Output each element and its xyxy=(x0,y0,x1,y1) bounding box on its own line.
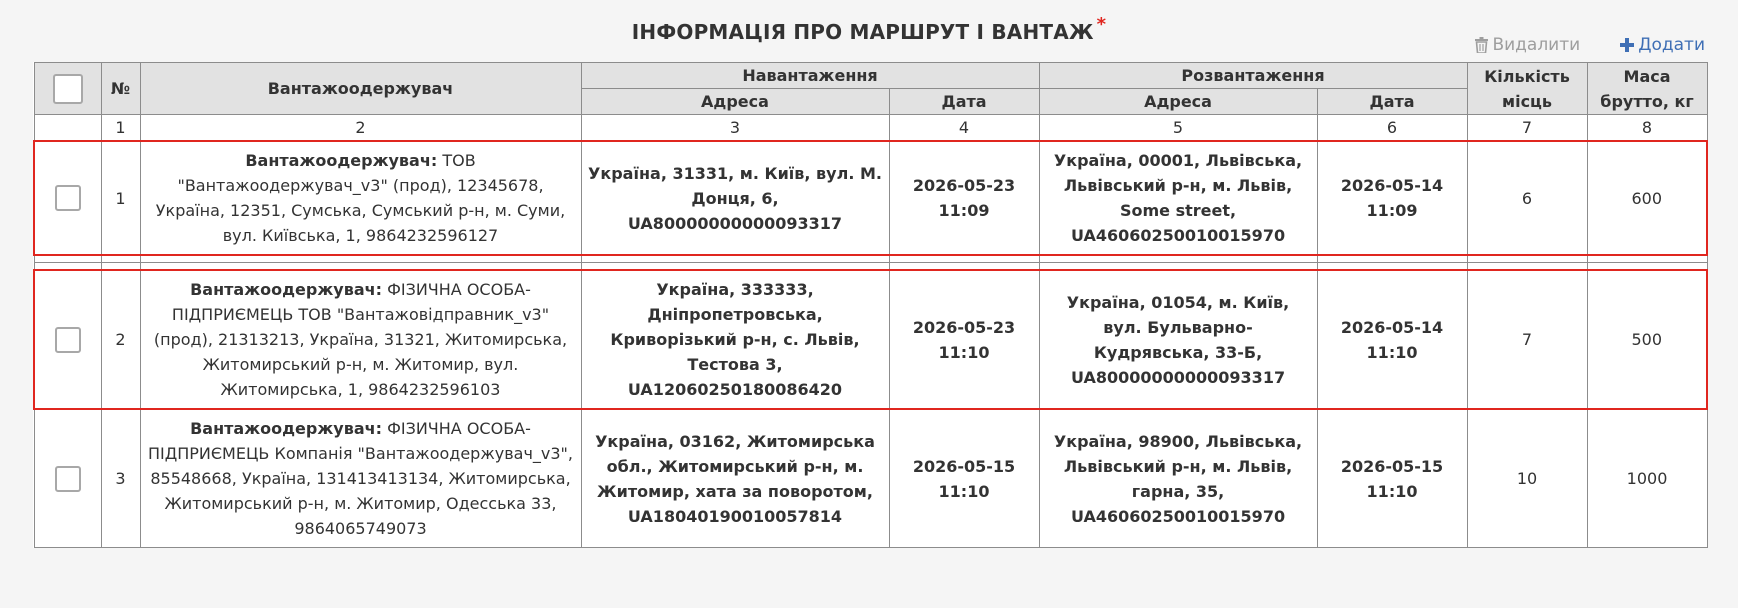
plus-icon xyxy=(1620,38,1635,52)
header-load-date: Дата xyxy=(888,88,1040,115)
load-address: Україна, 31331, м. Київ, вул. М. Донця, … xyxy=(580,140,890,256)
header-number: № xyxy=(100,62,141,115)
unload-address: Україна, 01054, м. Київ, вул. Бульварно-… xyxy=(1038,269,1318,410)
header-unloading: Розвантаження xyxy=(1038,62,1468,89)
required-mark: * xyxy=(1096,14,1107,35)
gross-mass: 500 xyxy=(1586,269,1709,410)
gross-mass: 600 xyxy=(1586,140,1709,256)
row-checkbox-cell xyxy=(33,408,102,548)
trash-icon xyxy=(1475,37,1489,53)
consignee-cell: Вантажоодержувач: ФІЗИЧНА ОСОБА-ПІДПРИЄМ… xyxy=(139,408,582,548)
column-number-row: 1 2 3 4 5 6 7 8 xyxy=(33,114,1708,142)
consignee-label: Вантажоодержувач: xyxy=(190,280,382,299)
table-row[interactable]: 2 Вантажоодержувач: ФІЗИЧНА ОСОБА-ПІДПРИ… xyxy=(33,269,1709,410)
row-checkbox[interactable] xyxy=(54,326,81,353)
table-actions: Видалити Додати xyxy=(1475,35,1705,55)
load-date: 2026-05-23 11:09 xyxy=(888,140,1040,256)
load-date: 2026-05-23 11:10 xyxy=(888,269,1040,410)
header-unload-date: Дата xyxy=(1316,88,1468,115)
unload-date: 2026-05-14 11:09 xyxy=(1316,140,1468,256)
add-label: Додати xyxy=(1638,35,1705,55)
column-number: 5 xyxy=(1038,114,1318,142)
column-number: 8 xyxy=(1586,114,1708,142)
unload-date: 2026-05-14 11:10 xyxy=(1316,269,1468,410)
places: 10 xyxy=(1466,408,1588,548)
unload-address: Україна, 00001, Львівська, Львівський р-… xyxy=(1038,140,1318,256)
row-separator xyxy=(33,262,1708,271)
places: 6 xyxy=(1466,140,1588,256)
select-all-cell xyxy=(33,62,102,115)
row-index: 1 xyxy=(100,140,141,256)
unload-date: 2026-05-15 11:10 xyxy=(1316,408,1468,548)
load-address: Україна, 03162, Житомирська обл., Житоми… xyxy=(580,408,890,548)
section-title-text: ІНФОРМАЦІЯ ПРО МАРШРУТ І ВАНТАЖ xyxy=(631,20,1094,44)
header-consignee: Вантажоодержувач xyxy=(139,62,582,115)
table-row[interactable]: 3 Вантажоодержувач: ФІЗИЧНА ОСОБА-ПІДПРИ… xyxy=(33,408,1708,548)
consignee-label: Вантажоодержувач: xyxy=(245,151,438,170)
header-unload-address: Адреса xyxy=(1038,88,1318,115)
row-checkbox[interactable] xyxy=(54,465,81,492)
select-all-checkbox[interactable] xyxy=(52,73,83,104)
unload-address: Україна, 98900, Львівська, Львівський р-… xyxy=(1038,408,1318,548)
column-number: 4 xyxy=(888,114,1040,142)
delete-label: Видалити xyxy=(1492,35,1581,55)
consignee-cell: Вантажоодержувач: ФІЗИЧНА ОСОБА-ПІДПРИЄМ… xyxy=(139,269,582,410)
row-checkbox-cell xyxy=(33,269,102,410)
header-places: Кількість місць xyxy=(1466,62,1588,115)
gross-mass: 1000 xyxy=(1586,408,1708,548)
column-number: 7 xyxy=(1466,114,1588,142)
header-load-address: Адреса xyxy=(580,88,890,115)
column-number-blank xyxy=(33,114,102,142)
row-checkbox[interactable] xyxy=(54,185,81,212)
route-cargo-table: № Вантажоодержувач Навантаження Розванта… xyxy=(33,62,1709,548)
row-checkbox-cell xyxy=(33,140,102,256)
load-address: Україна, 333333, Дніпропетровська, Криво… xyxy=(580,269,890,410)
column-number: 2 xyxy=(139,114,582,142)
header-gross-mass: Маса брутто, кг xyxy=(1586,62,1708,115)
column-number: 1 xyxy=(100,114,141,142)
consignee-label: Вантажоодержувач: xyxy=(190,419,382,438)
row-separator xyxy=(33,254,1708,263)
row-index: 3 xyxy=(100,408,141,548)
load-date: 2026-05-15 11:10 xyxy=(888,408,1040,548)
consignee-cell: Вантажоодержувач: ТОВ "Вантажоодержувач_… xyxy=(139,140,582,256)
table-row[interactable]: 1 Вантажоодержувач: ТОВ "Вантажоодержува… xyxy=(33,140,1709,256)
row-index: 2 xyxy=(100,269,141,410)
header-loading: Навантаження xyxy=(580,62,1040,89)
delete-button[interactable]: Видалити xyxy=(1475,35,1580,55)
column-number: 6 xyxy=(1316,114,1468,142)
column-number: 3 xyxy=(580,114,890,142)
add-button[interactable]: Додати xyxy=(1620,35,1705,55)
places: 7 xyxy=(1466,269,1588,410)
